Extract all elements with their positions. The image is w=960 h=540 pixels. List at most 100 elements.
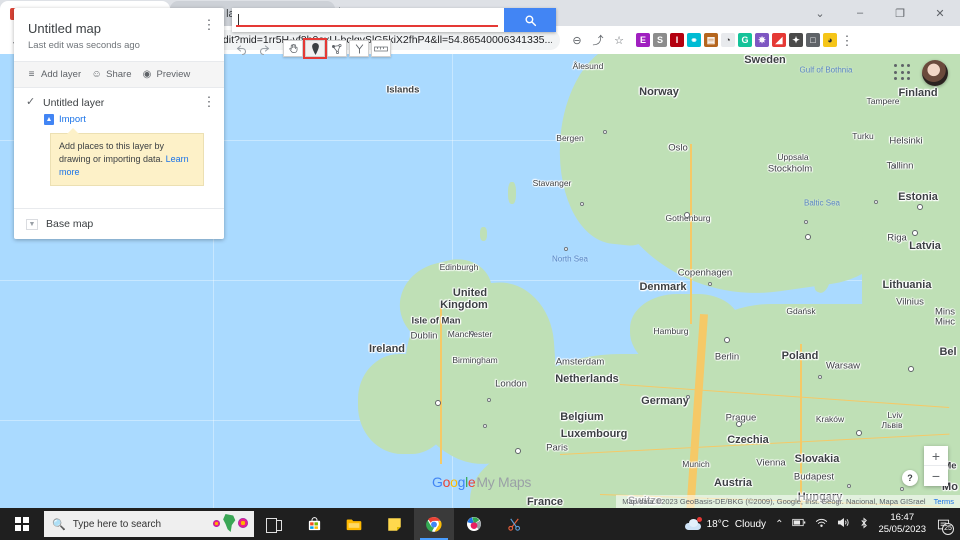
- tray-expand-chevron-icon[interactable]: ⌃: [775, 519, 783, 530]
- tab-search-icon[interactable]: ⌄: [800, 0, 840, 26]
- chevron-down-icon[interactable]: ▼: [26, 219, 38, 230]
- apps-grid-icon[interactable]: [894, 64, 912, 82]
- profile-dog-icon[interactable]: ◕: [823, 33, 837, 47]
- weather-temp: 18°C: [707, 519, 729, 530]
- zoom-in-button[interactable]: +: [924, 446, 948, 466]
- map-options-kebab-icon[interactable]: ⋮: [202, 20, 216, 30]
- sticky-notes-button[interactable]: [374, 508, 414, 540]
- minimize-button[interactable]: –: [840, 0, 880, 26]
- draw-line-tool[interactable]: [327, 40, 347, 57]
- extension-i-icon[interactable]: I: [670, 33, 684, 47]
- store-icon: [306, 516, 322, 532]
- search-input[interactable]: [232, 8, 504, 32]
- volume-icon[interactable]: [837, 517, 850, 531]
- measure-tool[interactable]: [371, 40, 391, 57]
- city-dot: [580, 202, 584, 206]
- taskbar-clock[interactable]: 16:47 25/05/2023: [878, 512, 926, 536]
- windows-taskbar: 🔍 Type here to search: [0, 508, 960, 540]
- bookmark-star-icon[interactable]: ☆: [610, 31, 628, 49]
- map-help-button[interactable]: ?: [902, 470, 918, 486]
- person-add-icon: ☺: [91, 69, 102, 80]
- taskbar-search[interactable]: 🔍 Type here to search: [44, 511, 254, 537]
- extensions-puzzle-icon[interactable]: ✦: [789, 33, 803, 47]
- map-label: Islands: [387, 85, 420, 96]
- bluetooth-icon[interactable]: [859, 517, 869, 532]
- windows-logo-icon: [15, 517, 29, 531]
- share-icon[interactable]: ⤴: [589, 31, 607, 49]
- city-dot: [686, 395, 690, 399]
- preview-button[interactable]: ◉ Preview: [142, 69, 191, 80]
- tooltip-text: Add places to this layer by drawing or i…: [59, 141, 164, 164]
- map-drawing-toolbar: [232, 40, 556, 57]
- avatar[interactable]: [922, 60, 948, 86]
- city-dot: [847, 484, 851, 488]
- extension-dictionary-icon[interactable]: ▤: [704, 33, 718, 47]
- my-maps-panel: Untitled map Last edit was seconds ago ⋮…: [14, 8, 224, 239]
- flower-icon: [213, 520, 220, 527]
- logo-letter: G: [432, 474, 443, 490]
- extensions-bar: ESI⚭▤◔G✵◢✦□◕: [636, 33, 837, 47]
- layer-name[interactable]: Untitled layer: [43, 97, 104, 109]
- system-tray: 18°C Cloudy ⌃: [685, 512, 960, 536]
- cloud-icon: [685, 518, 701, 530]
- scissors-icon: [506, 516, 522, 532]
- preview-label: Preview: [157, 69, 191, 80]
- city-dot: [470, 331, 474, 335]
- logo-letter: o: [450, 474, 458, 490]
- zoom-icon[interactable]: ⊖: [568, 31, 586, 49]
- maximize-button[interactable]: ❐: [880, 0, 920, 26]
- notification-icon[interactable]: 25: [935, 516, 952, 533]
- extension-s-icon[interactable]: S: [653, 33, 667, 47]
- weather-widget[interactable]: 18°C Cloudy: [685, 518, 766, 530]
- layer-options-kebab-icon[interactable]: ⋮: [202, 97, 216, 107]
- battery-icon[interactable]: [792, 518, 806, 530]
- file-explorer-button[interactable]: [334, 508, 374, 540]
- layer-row[interactable]: ✓ Untitled layer ⋮: [26, 97, 212, 109]
- import-link[interactable]: Import: [59, 114, 86, 125]
- wifi-icon[interactable]: [815, 517, 828, 531]
- add-directions-tool[interactable]: [349, 40, 369, 57]
- note-icon: [386, 516, 402, 532]
- chrome-menu-icon[interactable]: ⋮: [839, 34, 855, 47]
- map-attribution: Map data ©2023 GeoBasis-DE/BKG (©2009), …: [616, 495, 960, 508]
- layer-checkbox[interactable]: ✓: [26, 98, 36, 108]
- chrome-icon: [426, 516, 442, 532]
- extension-tag-icon[interactable]: ◢: [772, 33, 786, 47]
- weather-condition: Cloudy: [735, 519, 766, 530]
- terms-link[interactable]: Terms: [934, 497, 954, 506]
- screen-recorder-button[interactable]: [454, 508, 494, 540]
- window-controls: ⌄ – ❐ ✕: [800, 0, 960, 26]
- extension-atom-icon[interactable]: ✵: [755, 33, 769, 47]
- page-title[interactable]: Untitled map: [28, 20, 210, 37]
- redo-tool[interactable]: [254, 40, 274, 57]
- search-button[interactable]: [504, 8, 556, 32]
- close-window-button[interactable]: ✕: [920, 0, 960, 26]
- import-row[interactable]: Import: [44, 114, 212, 125]
- task-view-button[interactable]: [254, 508, 294, 540]
- zoom-out-button[interactable]: −: [924, 466, 948, 486]
- map-road: [800, 344, 802, 508]
- city-dot: [487, 398, 491, 402]
- layer-hint-tooltip: Add places to this layer by drawing or i…: [50, 133, 204, 186]
- extension-e-icon[interactable]: E: [636, 33, 650, 47]
- panel-header: Untitled map Last edit was seconds ago ⋮: [14, 8, 224, 61]
- extension-grammarly-icon[interactable]: G: [738, 33, 752, 47]
- pan-tool[interactable]: [283, 40, 303, 57]
- logo-letter: o: [443, 474, 451, 490]
- share-button[interactable]: ☺ Share: [91, 69, 131, 80]
- add-layer-button[interactable]: ≡ Add layer: [26, 69, 81, 80]
- undo-tool[interactable]: [232, 40, 252, 57]
- map-search-bar: [232, 8, 556, 32]
- google-chrome-button[interactable]: [414, 508, 454, 540]
- extension-privacy-icon[interactable]: ◔: [721, 33, 735, 47]
- city-dot: [818, 375, 822, 379]
- add-marker-tool[interactable]: [305, 40, 325, 57]
- spellcheck-underline: [236, 25, 498, 27]
- start-button[interactable]: [0, 508, 44, 540]
- extension-link-icon[interactable]: ⚭: [687, 33, 701, 47]
- snipping-tool-button[interactable]: [494, 508, 534, 540]
- africa-map-icon: [222, 514, 236, 532]
- extension-sidebar-icon[interactable]: □: [806, 33, 820, 47]
- microsoft-store-button[interactable]: [294, 508, 334, 540]
- base-map-row[interactable]: ▼ Base map: [14, 208, 224, 239]
